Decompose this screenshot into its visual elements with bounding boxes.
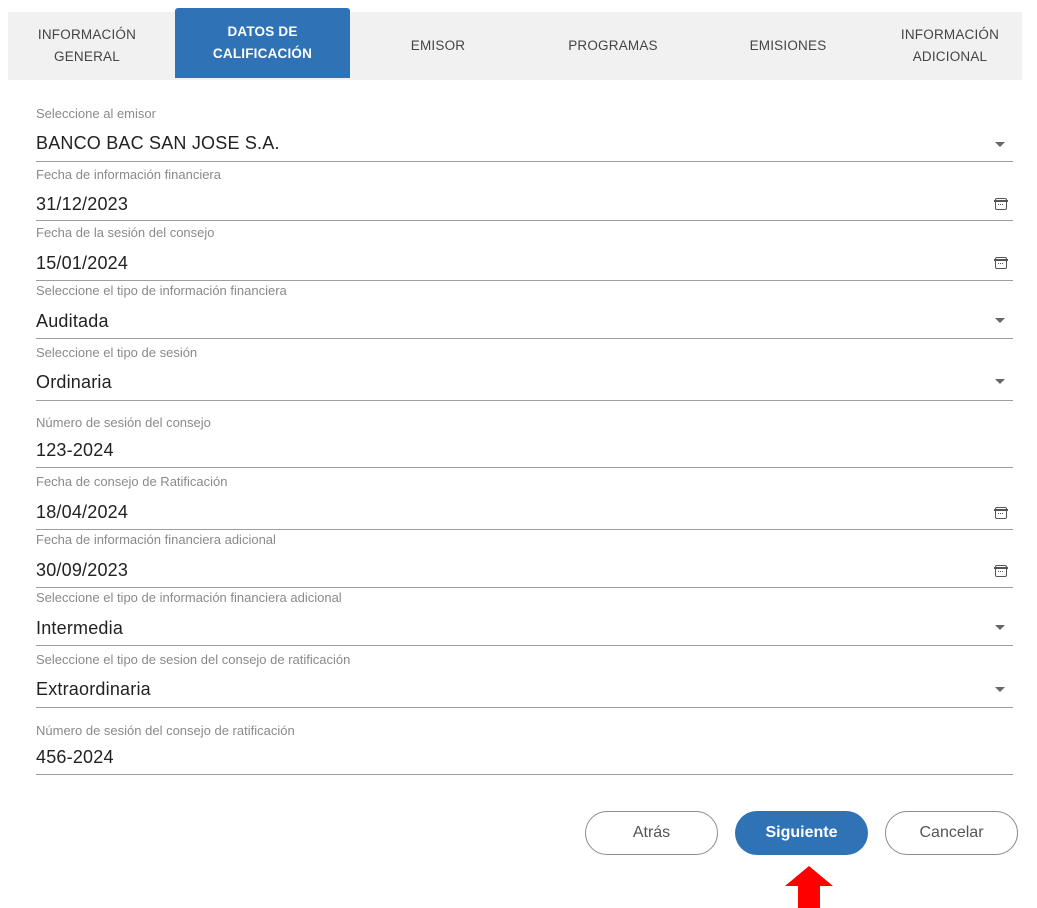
field-value: 31/12/2023 (36, 194, 129, 214)
calendar-icon[interactable] (994, 565, 1008, 577)
chevron-down-icon[interactable] (995, 625, 1005, 630)
field-label: Seleccione el tipo de sesion del consejo… (36, 652, 351, 667)
tipo-sesion-select[interactable]: Seleccione el tipo de sesión Ordinaria (36, 344, 1013, 401)
red-up-arrow-icon (785, 866, 833, 908)
next-button[interactable]: Siguiente (735, 811, 868, 855)
field-value: 30/09/2023 (36, 560, 129, 580)
field-label: Fecha de la sesión del consejo (36, 225, 215, 240)
field-label: Fecha de consejo de Ratificación (36, 474, 228, 489)
field-value: Auditada (36, 311, 109, 331)
chevron-down-icon[interactable] (995, 142, 1005, 147)
chevron-down-icon[interactable] (995, 318, 1005, 323)
field-label: Seleccione el tipo de sesión (36, 345, 198, 360)
field-value: 18/04/2024 (36, 502, 129, 522)
field-label: Número de sesión del consejo de ratifica… (36, 723, 295, 738)
chevron-down-icon[interactable] (995, 687, 1005, 692)
back-button[interactable]: Atrás (585, 811, 718, 855)
field-label: Número de sesión del consejo (36, 415, 211, 430)
field-label: Seleccione al emisor (36, 106, 156, 121)
calendar-icon[interactable] (994, 257, 1008, 269)
numero-sesion-consejo-input[interactable]: Número de sesión del consejo 123-2024 (36, 414, 1013, 468)
field-value: BANCO BAC SAN JOSE S.A. (36, 133, 280, 153)
field-label: Fecha de información financiera (36, 167, 221, 182)
tipo-informacion-financiera-select[interactable]: Seleccione el tipo de información financ… (36, 283, 1013, 339)
fecha-informacion-financiera-field[interactable]: Fecha de información financiera 31/12/20… (36, 166, 1013, 221)
tipo-informacion-financiera-adicional-select[interactable]: Seleccione el tipo de información financ… (36, 590, 1013, 646)
tab-informacion-general[interactable]: INFORMACIÓN GENERAL (8, 12, 166, 80)
fecha-informacion-financiera-adicional-field[interactable]: Fecha de información financiera adiciona… (36, 532, 1013, 588)
calendar-icon[interactable] (994, 198, 1008, 210)
field-value: Ordinaria (36, 372, 112, 392)
field-label: Fecha de información financiera adiciona… (36, 532, 276, 547)
field-value: Intermedia (36, 618, 124, 638)
fecha-consejo-ratificacion-field[interactable]: Fecha de consejo de Ratificación 18/04/2… (36, 473, 1013, 530)
tab-emisiones[interactable]: EMISIONES (708, 12, 868, 80)
tab-programas[interactable]: PROGRAMAS (528, 12, 698, 80)
chevron-down-icon[interactable] (995, 379, 1005, 384)
field-value: Extraordinaria (36, 679, 151, 699)
tab-informacion-adicional[interactable]: INFORMACIÓN ADICIONAL (878, 12, 1022, 80)
calendar-icon[interactable] (994, 507, 1008, 519)
fecha-sesion-consejo-field[interactable]: Fecha de la sesión del consejo 15/01/202… (36, 225, 1013, 281)
field-value: 123-2024 (36, 440, 114, 460)
wizard-tab-bar: INFORMACIÓN GENERAL DATOS DE CALIFICACIÓ… (8, 8, 1022, 80)
tipo-sesion-consejo-ratificacion-select[interactable]: Seleccione el tipo de sesion del consejo… (36, 652, 1013, 708)
tab-emisor[interactable]: EMISOR (363, 12, 513, 80)
field-label: Seleccione el tipo de información financ… (36, 283, 287, 298)
tab-datos-de-calificacion[interactable]: DATOS DE CALIFICACIÓN (175, 8, 350, 78)
emisor-select[interactable]: Seleccione al emisor BANCO BAC SAN JOSE … (36, 104, 1013, 162)
numero-sesion-consejo-ratificacion-input[interactable]: Número de sesión del consejo de ratifica… (36, 722, 1013, 775)
field-value: 456-2024 (36, 747, 114, 767)
field-value: 15/01/2024 (36, 253, 129, 273)
cancel-button[interactable]: Cancelar (885, 811, 1018, 855)
field-label: Seleccione el tipo de información financ… (36, 590, 342, 605)
